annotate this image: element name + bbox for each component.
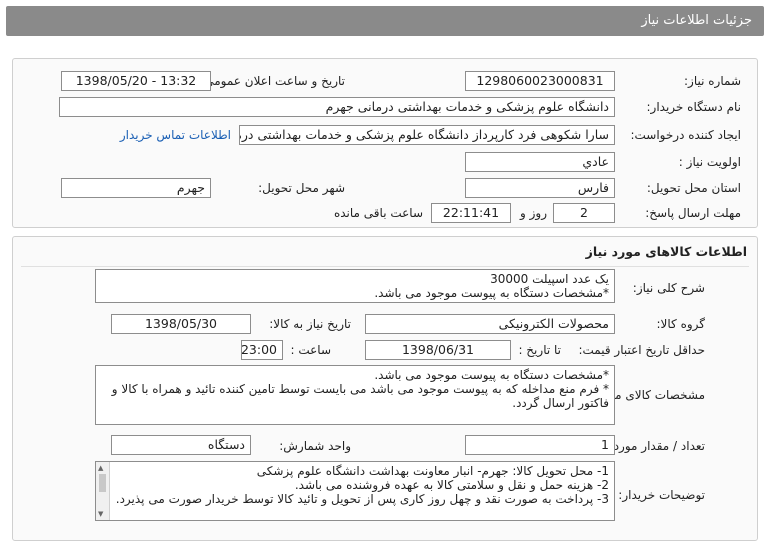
page-header: جزئیات اطلاعات نیاز (6, 6, 764, 36)
need-summary-box: یک عدد اسپیلت 30000 *مشخصات دستگاه به پی… (95, 269, 615, 303)
delivery-province-label: استان محل تحویل: (646, 181, 741, 195)
announce-date-label: تاریخ و ساعت اعلان عمومی: (200, 74, 345, 88)
need-info-panel: شماره نیاز: 1298060023000831 تاریخ و ساع… (12, 58, 758, 228)
scroll-down-icon[interactable]: ▼ (98, 510, 103, 518)
notes-line: 1- محل تحویل کالا: جهرم- انبار معاونت به… (256, 464, 609, 478)
summary-line: *مشخصات دستگاه به پیوست موجود می باشد. (374, 286, 609, 300)
notes-scrollbar[interactable]: ▲ ▼ (96, 462, 110, 520)
goods-group-label: گروه کالا: (656, 317, 706, 331)
price-validity-label: حداقل تاریخ اعتبار قیمت: (578, 343, 705, 357)
until-date-label: تا تاریخ : (518, 343, 561, 357)
need-summary-label: شرح کلی نیاز: (632, 281, 705, 295)
unit-label: واحد شمارش: (279, 439, 351, 453)
page-title: جزئیات اطلاعات نیاز (641, 13, 752, 28)
deadline-days-field: 2 (553, 203, 615, 223)
goods-specs-box: *مشخصات دستگاه به پیوست موجود می باشد. *… (95, 365, 615, 425)
goods-info-panel: اطلاعات کالاهای مورد نیاز شرح کلی نیاز: … (12, 236, 758, 541)
notes-line: 3- پرداخت به صورت نقد و چهل روز کاری پس … (115, 492, 609, 506)
need-number-label: شماره نیاز: (684, 74, 741, 88)
validity-time-label: ساعت : (290, 343, 331, 357)
notes-line: 2- هزینه حمل و نقل و سلامتی کالا به عهده… (294, 478, 609, 492)
buyer-notes-label: توضیحات خریدار: (618, 488, 705, 502)
validity-date-field: 1398/06/31 (365, 340, 511, 360)
need-date-label: تاریخ نیاز به کالا: (269, 317, 351, 331)
buyer-org-field: دانشگاه علوم پزشکی و خدمات بهداشتی درمان… (59, 97, 615, 117)
response-deadline-label: مهلت ارسال پاسخ: (645, 206, 741, 220)
unit-field: دستگاه (111, 435, 251, 455)
request-creator-field: سارا شکوهی فرد کارپرداز دانشگاه علوم پزش… (239, 125, 615, 145)
buyer-org-label: نام دستگاه خریدار: (646, 100, 742, 114)
summary-line: یک عدد اسپیلت 30000 (490, 272, 609, 286)
remaining-hours-label: ساعت باقی مانده (333, 206, 423, 220)
section-divider (21, 266, 749, 267)
days-and-label: روز و (520, 206, 547, 220)
scroll-thumb[interactable] (99, 474, 106, 492)
delivery-city-field: جهرم (61, 178, 211, 198)
specs-line: * فرم منع مداخله که به پیوست موجود می با… (111, 382, 609, 410)
scroll-up-icon[interactable]: ▲ (98, 464, 103, 472)
delivery-province-field: فارس (465, 178, 615, 198)
goods-group-field: محصولات الکترونیکی (365, 314, 615, 334)
goods-section-title: اطلاعات کالاهای مورد نیاز (585, 244, 747, 259)
specs-line: *مشخصات دستگاه به پیوست موجود می باشد. (374, 368, 609, 382)
quantity-field: 1 (465, 435, 615, 455)
deadline-time-field: 22:11:41 (431, 203, 511, 223)
priority-field: عادي (465, 152, 615, 172)
priority-label: اولویت نیاز : (678, 155, 741, 169)
validity-time-field: 23:00 (241, 340, 283, 360)
request-creator-label: ایجاد کننده درخواست: (630, 128, 741, 142)
announce-date-field: 1398/05/20 - 13:32 (61, 71, 211, 91)
buyer-notes-box[interactable]: 1- محل تحویل کالا: جهرم- انبار معاونت به… (95, 461, 615, 521)
buyer-contact-link[interactable]: اطلاعات تماس خریدار (120, 128, 231, 142)
delivery-city-label: شهر محل تحویل: (258, 181, 345, 195)
need-date-field: 1398/05/30 (111, 314, 251, 334)
need-number-field: 1298060023000831 (465, 71, 615, 91)
